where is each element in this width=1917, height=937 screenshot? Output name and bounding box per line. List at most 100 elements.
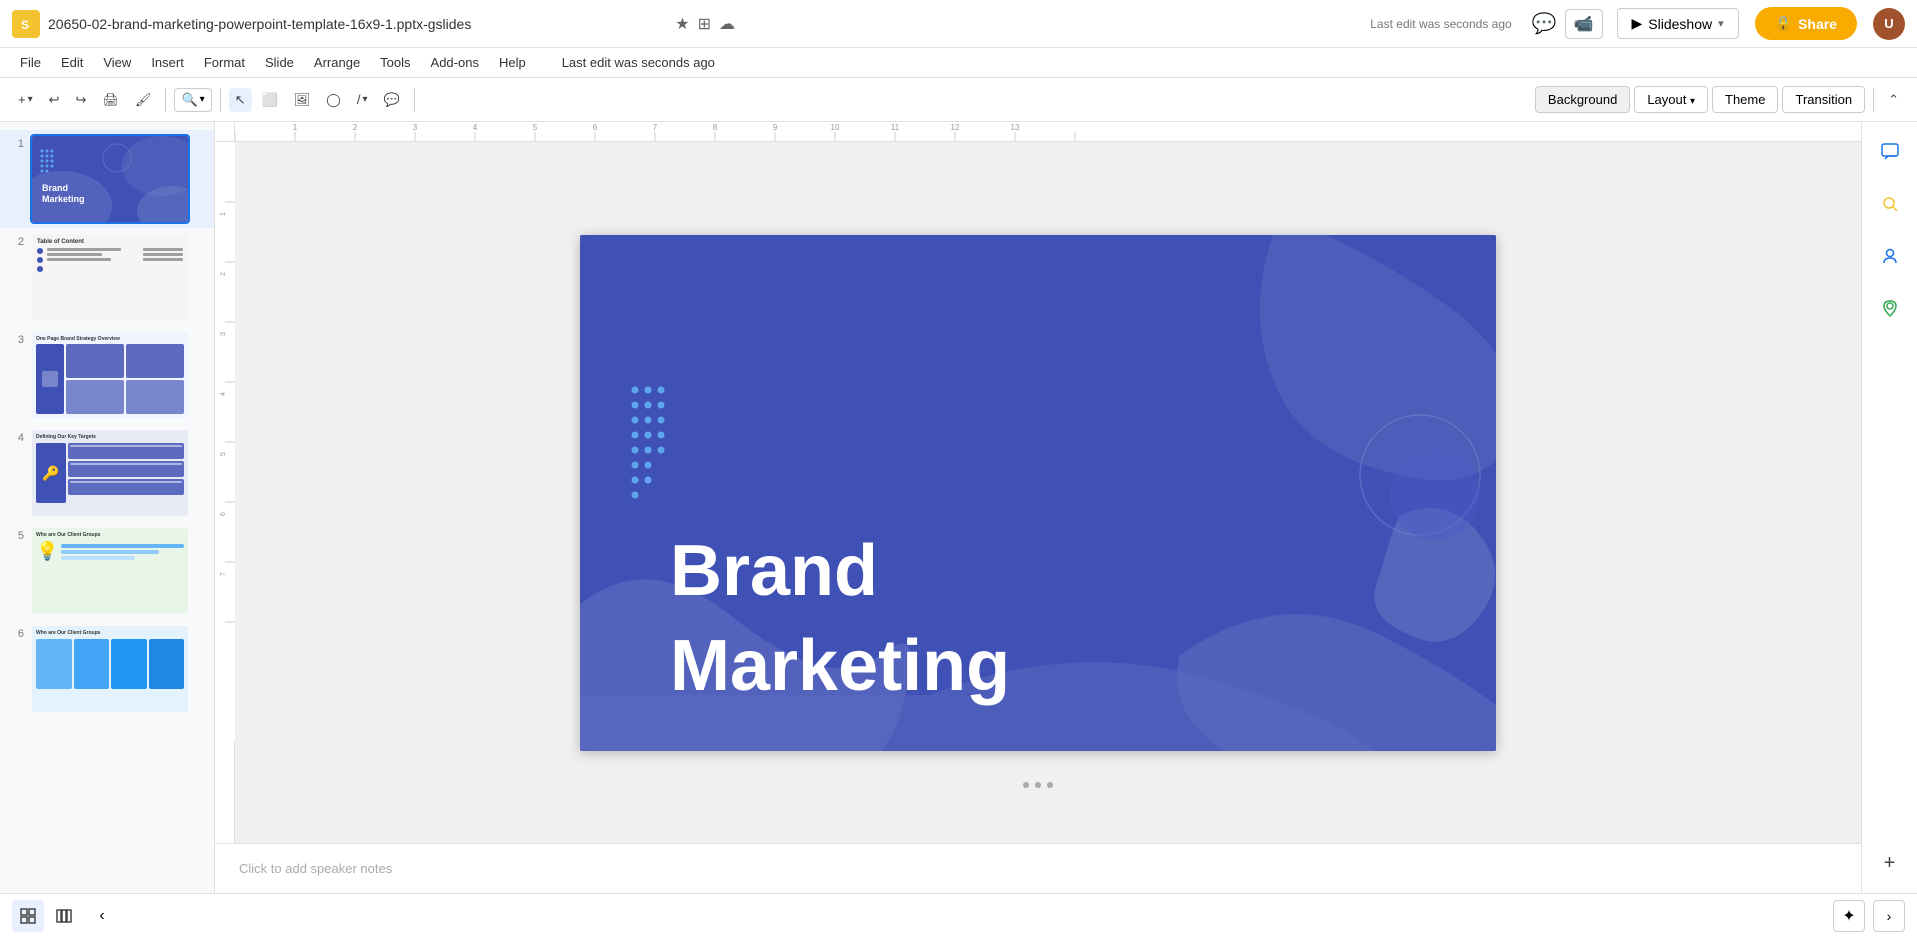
menu-file[interactable]: File [12, 51, 49, 74]
undo-icon: ↩ [49, 92, 60, 108]
comment-tool-icon: 💬 [384, 92, 400, 108]
slide-thumbnail-5: Who are Our Client Groups 💡 [30, 526, 190, 616]
slide-item-6[interactable]: 6 Who are Our Client Groups [0, 620, 214, 718]
slide-item-5[interactable]: 5 Who are Our Client Groups 💡 [0, 522, 214, 620]
comment-button[interactable]: 💬 [1532, 11, 1557, 36]
share-button[interactable]: 🔒 Share [1755, 7, 1857, 40]
zoom-dropdown-icon: ▾ [200, 94, 205, 105]
zoom-icon: 🔍 [181, 92, 197, 108]
toolbar-add-button[interactable]: + ▾ [12, 88, 39, 111]
toolbar-format-paint-button[interactable]: 🖌 [129, 88, 158, 112]
slideshow-icon: ▶ [1632, 15, 1643, 32]
sidebar-add-icon[interactable]: + [1872, 845, 1908, 881]
slide-item-1[interactable]: 1 [0, 130, 214, 228]
toolbar-redo-button[interactable]: ↪ [70, 88, 93, 112]
textbox-icon: ⬜ [262, 92, 278, 108]
toolbar-undo-button[interactable]: ↩ [43, 88, 66, 112]
slide-number-3: 3 [8, 334, 24, 346]
cloud-icon[interactable]: ☁ [719, 14, 735, 34]
menu-addons[interactable]: Add-ons [423, 51, 487, 74]
menu-arrange[interactable]: Arrange [306, 51, 368, 74]
svg-text:7: 7 [220, 572, 227, 576]
menu-format[interactable]: Format [196, 51, 253, 74]
menu-slide[interactable]: Slide [257, 51, 302, 74]
toolbar-cursor-button[interactable]: ↖ [229, 88, 252, 112]
sidebar-search-icon[interactable] [1872, 186, 1908, 222]
slide-number-5: 5 [8, 530, 24, 542]
svg-text:1: 1 [220, 212, 227, 216]
notes-placeholder[interactable]: Click to add speaker notes [239, 861, 392, 876]
svg-text:Marketing: Marketing [670, 626, 1010, 706]
transition-button[interactable]: Transition [1782, 86, 1865, 113]
svg-text:2: 2 [353, 123, 358, 132]
background-button[interactable]: Background [1535, 86, 1630, 113]
toolbar-print-button[interactable]: 🖨 [96, 88, 125, 112]
slide-thumbnail-2: Table of Content [30, 232, 190, 322]
toolbar-divider-3 [414, 88, 415, 112]
svg-text:7: 7 [653, 123, 658, 132]
toolbar-line-button[interactable]: / ▾ [351, 88, 374, 111]
print-icon: 🖨 [102, 92, 119, 108]
toolbar-textbox-button[interactable]: ⬜ [256, 88, 284, 112]
slide-thumbnail-3: One Page Brand Strategy Overview [30, 330, 190, 420]
vertical-ruler: 1 2 3 4 5 6 7 [215, 142, 235, 843]
slideshow-button[interactable]: ▶ Slideshow ▾ [1617, 8, 1739, 39]
toolbar-zoom-select[interactable]: 🔍 ▾ [174, 88, 211, 112]
layout-dropdown-icon: ▾ [1690, 96, 1695, 107]
slide-item-2[interactable]: 2 Table of Content [0, 228, 214, 326]
svg-text:10: 10 [831, 123, 840, 132]
menu-edit[interactable]: Edit [53, 51, 91, 74]
slide-canvas[interactable]: Brand Marketing [580, 235, 1496, 751]
menu-view[interactable]: View [95, 51, 139, 74]
svg-text:4: 4 [473, 123, 478, 132]
shape-icon: ◯ [326, 92, 341, 108]
format-paint-icon: 🖌 [135, 92, 152, 108]
app-logo: S [12, 10, 40, 38]
svg-text:6: 6 [593, 123, 598, 132]
share-label: Share [1798, 16, 1837, 32]
toolbar-divider-2 [220, 88, 221, 112]
toolbar-comment-button[interactable]: 💬 [378, 88, 406, 112]
add-dropdown-icon: ▾ [28, 94, 33, 105]
sidebar-person-icon[interactable] [1872, 238, 1908, 274]
svg-text:4: 4 [220, 392, 227, 396]
menu-tools[interactable]: Tools [372, 51, 418, 74]
meet-button[interactable]: 📹 [1565, 9, 1603, 39]
svg-text:3: 3 [413, 123, 418, 132]
notes-handle[interactable] [1023, 782, 1053, 788]
right-sidebar: + [1861, 122, 1917, 893]
slide-canvas-wrapper[interactable]: 1 2 3 4 5 6 7 [215, 142, 1861, 843]
slideshow-dropdown-icon: ▾ [1718, 17, 1724, 30]
sidebar-map-pin-icon[interactable] [1872, 290, 1908, 326]
image-icon: 🖼 [294, 92, 311, 108]
sidebar-chat-icon[interactable] [1872, 134, 1908, 170]
layout-label: Layout [1647, 92, 1686, 107]
notes-area[interactable]: Click to add speaker notes [215, 843, 1861, 893]
grid-view-button[interactable] [12, 900, 44, 932]
cursor-icon: ↖ [235, 92, 246, 108]
expand-notes-button[interactable]: › [1873, 900, 1905, 932]
meet-icon: 📹 [1574, 14, 1594, 34]
title-bar: S 20650-02-brand-marketing-powerpoint-te… [0, 0, 1917, 48]
toolbar-image-button[interactable]: 🖼 [288, 88, 317, 112]
smart-canvas-button[interactable]: ✦ [1833, 900, 1865, 932]
star-icon[interactable]: ★ [675, 14, 689, 34]
slide-thumbnail-6: Who are Our Client Groups [30, 624, 190, 714]
user-avatar[interactable]: U [1873, 8, 1905, 40]
slide-item-4[interactable]: 4 Defining Our Key Targets 🔑 [0, 424, 214, 522]
folder-icon[interactable]: ⊞ [698, 14, 711, 34]
toolbar-divider-1 [165, 88, 166, 112]
svg-text:Brand: Brand [670, 531, 878, 611]
toolbar-shape-button[interactable]: ◯ [320, 88, 347, 112]
slide-thumbnail-1: BrandMarketing [30, 134, 190, 224]
theme-button[interactable]: Theme [1712, 86, 1778, 113]
line-icon: / [357, 92, 361, 107]
collapse-panel-button[interactable]: ‹ [88, 902, 116, 930]
menu-insert[interactable]: Insert [143, 51, 192, 74]
menu-help[interactable]: Help [491, 51, 534, 74]
svg-text:8: 8 [713, 123, 718, 132]
slide-item-3[interactable]: 3 One Page Brand Strategy Overview [0, 326, 214, 424]
layout-button[interactable]: Layout ▾ [1634, 86, 1708, 113]
filmstrip-view-button[interactable] [48, 900, 80, 932]
toolbar-collapse-button[interactable]: ⌃ [1882, 88, 1905, 112]
